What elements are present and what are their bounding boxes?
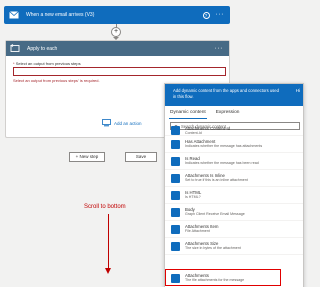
outlook-icon — [171, 242, 180, 251]
list-item[interactable]: Attachments Item File Attachment — [165, 222, 303, 238]
outlook-icon — [171, 174, 180, 183]
more-options-icon[interactable]: ··· — [215, 45, 224, 52]
item-desc: Indicates whether the message has been r… — [185, 161, 259, 165]
required-mark: * — [13, 61, 15, 66]
list-item[interactable]: Is HTML Is HTML? — [165, 188, 303, 204]
add-action-label: Add an action — [114, 120, 142, 126]
help-icon[interactable]: ? — [202, 11, 210, 19]
item-desc: Graph Client Receive Email Message — [185, 212, 245, 216]
apply-to-each-title: Apply to each — [27, 45, 58, 52]
panel-header-text: Add dynamic content from the apps and co… — [173, 88, 279, 99]
field-label-text: Select an output from previous steps — [15, 61, 81, 66]
annotation-arrow — [108, 214, 110, 270]
outlook-icon — [171, 208, 180, 217]
add-action-button[interactable]: Add an action — [102, 114, 142, 132]
new-step-button[interactable]: + New step — [69, 152, 105, 162]
annotation-arrow-head — [105, 268, 111, 274]
item-desc: Indicates whether the message has attach… — [185, 144, 263, 148]
outlook-icon — [7, 8, 21, 22]
outlook-icon — [171, 225, 180, 234]
trigger-title: When a new email arrives (V3) — [26, 12, 95, 18]
list-item[interactable]: Is Read Indicates whether the message has… — [165, 154, 303, 170]
hide-link[interactable]: Hi — [296, 88, 300, 94]
outlook-icon — [171, 191, 180, 200]
insert-step-button[interactable]: + — [111, 27, 121, 37]
save-button[interactable]: Save — [125, 152, 157, 162]
field-label: * Select an output from previous steps — [13, 61, 81, 66]
item-desc: Set to true if this is an inline attachm… — [185, 178, 248, 182]
apply-to-each-header[interactable]: Apply to each ··· — [6, 41, 229, 56]
item-desc: Content-Id — [185, 131, 202, 135]
field-error-text: Select an output from previous steps' is… — [13, 78, 100, 83]
list-item[interactable]: Has Attachment Indicates whether the mess… — [165, 137, 303, 153]
add-action-icon — [102, 114, 111, 132]
item-desc: The size in bytes of the attachment — [185, 246, 241, 250]
outlook-icon — [171, 157, 180, 166]
previous-output-input[interactable] — [13, 67, 226, 76]
panel-tabs: Dynamic content Expression — [165, 107, 303, 119]
annotation-text: Scroll to bottom — [84, 204, 126, 210]
more-options-icon[interactable]: ··· — [216, 11, 225, 18]
dynamic-content-panel: Add dynamic content from the apps and co… — [164, 83, 304, 287]
list-item[interactable]: Attachments Size The size in bytes of the… — [165, 239, 303, 255]
highlight-box — [165, 269, 281, 286]
tab-dynamic-content[interactable]: Dynamic content — [165, 107, 211, 119]
outlook-icon — [171, 126, 180, 135]
item-desc: Is HTML? — [185, 195, 201, 199]
loop-icon — [9, 43, 21, 55]
trigger-card[interactable]: When a new email arrives (V3) ? ··· — [4, 6, 230, 24]
list-item[interactable]: Attachments Is Inline Set to true if this… — [165, 171, 303, 187]
list-item[interactable]: Body Graph Client Receive Email Message — [165, 205, 303, 221]
tab-expression[interactable]: Expression — [211, 107, 245, 119]
list-item[interactable]: Attachments Content-Id Content-Id — [165, 126, 303, 136]
panel-header: Add dynamic content from the apps and co… — [165, 84, 303, 106]
outlook-icon — [171, 140, 180, 149]
item-desc: File Attachment — [185, 229, 210, 233]
